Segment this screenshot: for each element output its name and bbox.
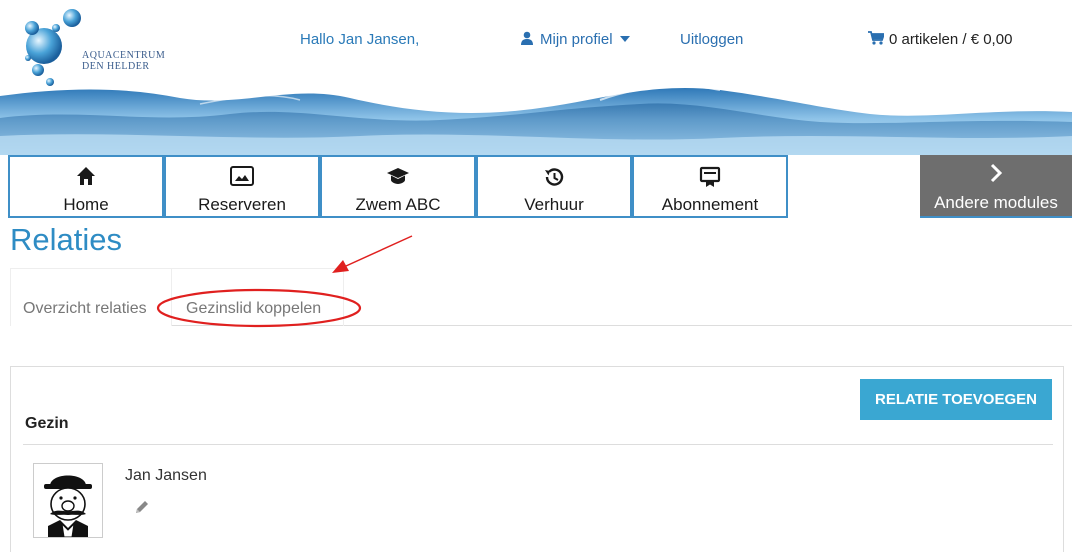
tab-gezinslid-koppelen[interactable]: Gezinslid koppelen [172,268,344,326]
avatar [33,463,103,538]
certificate-icon [699,166,721,187]
user-icon [521,31,533,45]
nav-other-modules[interactable]: Andere modules [920,155,1072,218]
site-header: Aquacentrum Den Helder Hallo Jan Jansen,… [0,0,1072,155]
image-icon [230,166,254,186]
water-banner [0,84,1072,155]
cart-link[interactable]: 0 artikelen / € 0,00 [868,31,1012,48]
nav-item-zwem-abc[interactable]: Zwem ABC [320,155,476,218]
nav-item-verhuur[interactable]: Verhuur [476,155,632,218]
logo-text: Aquacentrum Den Helder [82,50,165,72]
logout-link[interactable]: Uitloggen [680,31,743,48]
add-relation-button[interactable]: RELATIE TOEVOEGEN [860,379,1052,420]
divider [23,444,1053,445]
nav-label-home: Home [63,195,109,214]
nav-item-reserveren[interactable]: Reserveren [164,155,320,218]
nav-label-verhuur: Verhuur [524,195,584,214]
page-title: Relaties [10,222,122,257]
pencil-icon[interactable] [133,498,151,516]
section-title: Gezin [25,415,69,432]
nav-label-zwem-abc: Zwem ABC [355,195,441,214]
history-icon [545,168,564,186]
main-nav: Home Reserveren Zwem ABC Verhuur Abonnem… [0,155,1072,218]
nav-item-abonnement[interactable]: Abonnement [632,155,788,218]
profile-label: Mijn profiel [540,31,613,48]
caret-down-icon [619,36,630,42]
nav-label-abonnement: Abonnement [661,195,759,214]
nav-item-home[interactable]: Home [8,155,164,218]
member-name: Jan Jansen [125,467,207,484]
nav-label-other-modules: Andere modules [934,193,1058,212]
family-panel: RELATIE TOEVOEGEN Gezin Jan Jansen [10,366,1064,552]
tab-overzicht-relaties[interactable]: Overzicht relaties [10,268,172,326]
nav-label-reserveren: Reserveren [198,195,286,214]
greeting-link[interactable]: Hallo Jan Jansen, [300,31,419,48]
chevron-right-icon [990,163,1003,183]
tabs: Overzicht relaties Gezinslid koppelen [10,268,1072,326]
logo-line-1: Aquacentrum [82,50,166,61]
cart-icon [868,31,886,45]
avatar-icon [44,475,92,538]
profile-menu[interactable]: Mijn profiel [520,31,630,48]
home-icon [77,167,95,185]
graduation-cap-icon [387,168,409,184]
annotation-arrow-line [345,235,413,267]
cart-label: 0 artikelen / € 0,00 [889,31,1013,48]
logo-line-2: Den Helder [82,61,150,72]
